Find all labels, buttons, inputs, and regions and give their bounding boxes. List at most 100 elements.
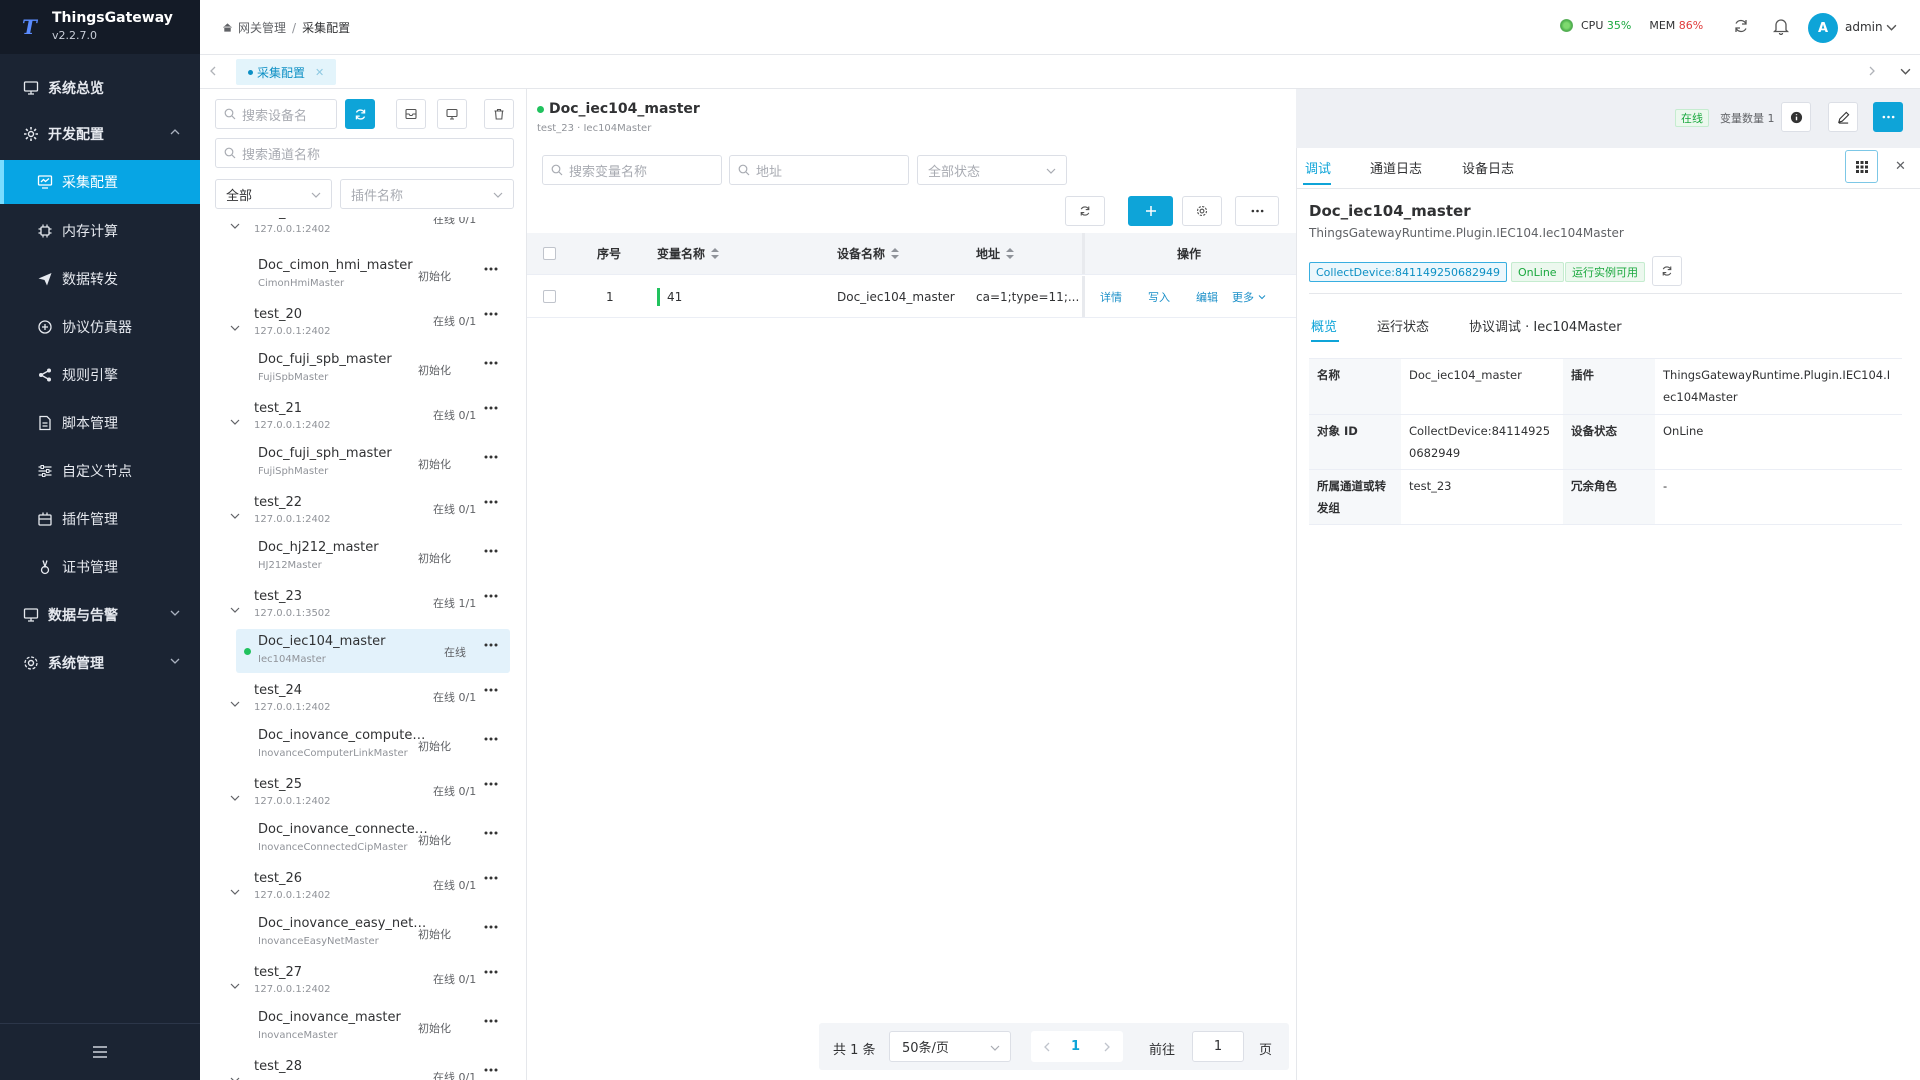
close-icon[interactable]: ✕ [1895,159,1906,174]
more-icon[interactable] [484,594,498,598]
write-link[interactable]: 写入 [1148,289,1170,305]
subtab-protocol-debug[interactable]: 协议调试 · Iec104Master [1469,316,1622,335]
tree-device-node[interactable]: Doc_fuji_spb_master FujiSpbMaster 初始化 [236,347,510,391]
tree-device-node[interactable]: Doc_cimon_hmi_master CimonHmiMaster 初始化 [236,253,510,297]
add-variable-button[interactable] [1128,196,1173,226]
goto-page-input[interactable]: 1 [1192,1031,1244,1062]
sidebar-collapse-button[interactable] [0,1023,200,1080]
tree-channel-node[interactable]: test_25 127.0.0.1:2402 在线 0/1 [200,773,520,823]
table-row[interactable]: 1 41 Doc_iec104_master ca=1;type=11;... … [527,276,1296,318]
more-icon[interactable] [484,455,498,459]
chevron-down-icon[interactable] [230,222,240,230]
device-search-input[interactable]: 搜索设备名 [215,99,337,129]
more-icon[interactable] [484,1019,498,1023]
sort-icon[interactable] [891,248,900,259]
tree-channel-node[interactable]: test_26 127.0.0.1:2402 在线 0/1 [200,867,520,917]
chevron-down-icon[interactable] [1886,22,1897,33]
page-size-select[interactable]: 50条/页 [889,1031,1011,1062]
edit-button[interactable] [1828,102,1858,132]
tab-device-log[interactable]: 设备日志 [1462,158,1514,177]
address-search-input[interactable]: 地址 [729,155,909,185]
more-icon[interactable] [484,549,498,553]
more-icon[interactable] [484,737,498,741]
detail-link[interactable]: 详情 [1100,289,1122,305]
sidebar-item-script-manage[interactable]: 脚本管理 [0,401,200,445]
tree-device-node-selected[interactable]: Doc_iec104_master Iec104Master 在线 [236,629,510,673]
tab-channel-log[interactable]: 通道日志 [1370,158,1422,177]
more-icon[interactable] [484,312,498,316]
channel-search-input[interactable]: 搜索通道名称 [215,138,514,168]
tree-device-node[interactable]: Doc_inovance_easy_net_master InovanceEas… [236,911,510,955]
more-icon[interactable] [484,406,498,410]
chevron-down-icon[interactable] [230,418,240,426]
sidebar-item-rule-engine[interactable]: 规则引擎 [0,353,200,397]
grid-view-button[interactable] [1845,150,1878,183]
more-icon[interactable] [484,1068,498,1072]
tree-channel-node[interactable]: test_21 127.0.0.1:2402 在线 0/1 [200,397,520,447]
sidebar-item-system-manage[interactable]: 系统管理 [0,641,200,685]
plugin-filter-select[interactable]: 插件名称 [340,179,514,209]
sidebar-item-collect-config[interactable]: 采集配置 [0,160,200,204]
tab-debug[interactable]: 调试 [1305,158,1331,177]
chevron-down-icon[interactable] [230,1076,240,1080]
tree-device-node[interactable]: Doc_inovance_master InovanceMaster 初始化 [236,1005,510,1049]
tree-channel-node[interactable]: test_24 127.0.0.1:2402 在线 0/1 [200,679,520,729]
edit-link[interactable]: 编辑 [1196,289,1218,305]
add-channel-button[interactable] [396,99,426,129]
settings-button[interactable] [1182,196,1222,226]
tree-channel-node[interactable]: test_2 127.0.0.1:2402 在线 0/1 [200,217,520,251]
sort-icon[interactable] [711,248,720,259]
import-button[interactable] [437,99,467,129]
prev-page-icon[interactable] [1043,1042,1051,1052]
close-icon[interactable]: ✕ [315,66,324,79]
select-all-checkbox[interactable] [543,247,556,260]
tree-device-node[interactable]: Doc_inovance_computer_link_master Inovan… [236,723,510,767]
more-icon[interactable] [484,876,498,880]
chevron-down-icon[interactable] [230,606,240,614]
tree-channel-node[interactable]: test_27 127.0.0.1:2402 在线 0/1 [200,961,520,1011]
chevron-right-icon[interactable] [1867,66,1877,76]
refresh-detail-button[interactable] [1652,256,1682,286]
tab-collect-config[interactable]: 采集配置 ✕ [236,59,337,85]
more-icon[interactable] [484,361,498,365]
chevron-left-icon[interactable] [208,66,218,76]
tree-channel-node[interactable]: test_20 127.0.0.1:2402 在线 0/1 [200,303,520,353]
subtab-overview[interactable]: 概览 [1311,316,1337,335]
sidebar-item-plugin-manage[interactable]: 插件管理 [0,497,200,541]
chevron-down-icon[interactable] [230,982,240,990]
more-button[interactable] [1873,102,1903,132]
tree-device-node[interactable]: Doc_hj212_master HJ212Master 初始化 [236,535,510,579]
variable-search-input[interactable]: 搜索变量名称 [542,155,722,185]
col-device-name[interactable]: 设备名称 [837,233,900,274]
next-page-icon[interactable] [1103,1042,1111,1052]
col-address[interactable]: 地址 [976,233,1015,274]
sidebar-item-protocol-simulator[interactable]: 协议仿真器 [0,305,200,349]
chevron-down-icon[interactable] [230,794,240,802]
user-name[interactable]: admin [1845,20,1883,34]
refresh-icon[interactable] [1733,18,1749,34]
avatar[interactable]: A [1808,13,1838,43]
tree-channel-node[interactable]: test_23 127.0.0.1:3502 在线 1/1 [200,585,520,635]
variable-status-select[interactable]: 全部状态 [917,155,1067,185]
more-icon[interactable] [484,831,498,835]
bell-icon[interactable] [1773,18,1789,35]
more-icon[interactable] [484,970,498,974]
tree-device-node[interactable]: Doc_fuji_sph_master FujiSphMaster 初始化 [236,441,510,485]
more-icon[interactable] [484,643,498,647]
sidebar-item-dev-config[interactable]: 开发配置 [0,112,200,156]
more-actions-button[interactable] [1235,196,1279,226]
status-filter-select[interactable]: 全部 [215,179,332,209]
sidebar-item-data-alarm[interactable]: 数据与告警 [0,593,200,637]
row-checkbox[interactable] [543,290,556,303]
delete-button[interactable] [484,99,514,129]
sidebar-item-custom-node[interactable]: 自定义节点 [0,449,200,493]
sidebar-item-data-forward[interactable]: 数据转发 [0,257,200,301]
sidebar-item-overview[interactable]: 系统总览 [0,66,200,110]
more-dropdown[interactable]: 更多 [1232,276,1266,317]
more-icon[interactable] [484,688,498,692]
page-current[interactable]: 1 [1071,1039,1080,1054]
more-icon[interactable] [484,782,498,786]
chevron-down-icon[interactable] [1900,66,1911,77]
sidebar-item-cert-manage[interactable]: 证书管理 [0,545,200,589]
breadcrumb-item[interactable]: 网关管理 [238,19,286,36]
